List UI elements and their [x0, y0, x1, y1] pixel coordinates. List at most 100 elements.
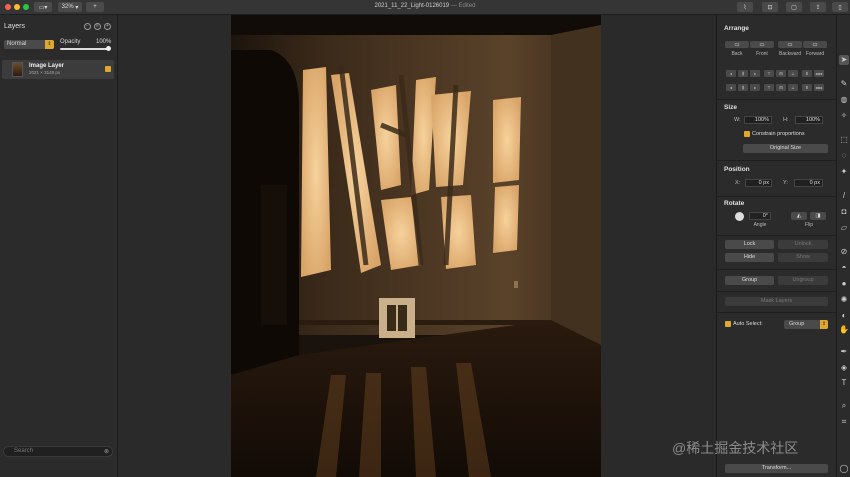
arrange-inspector: Arrange ▭ ▭ ▭ ▭ Back Front Backward Forw…	[716, 15, 837, 477]
front-label: Front	[756, 51, 768, 57]
align-middle-v-icon[interactable]: ⊟	[776, 70, 786, 77]
space-h-icon[interactable]: ⫴	[802, 84, 812, 91]
show-button[interactable]: Show	[778, 253, 828, 262]
shapes-icon[interactable]: ◈	[839, 363, 849, 373]
search-placeholder: Search	[14, 448, 34, 454]
width-label: W:	[734, 117, 741, 123]
arrow-select-icon[interactable]: ➤	[839, 55, 849, 65]
size-title: Size	[724, 104, 738, 111]
crop-tool-icon[interactable]: ⌗	[839, 417, 849, 427]
send-backward-button[interactable]: ▭	[778, 41, 802, 48]
divider	[717, 235, 837, 236]
bucket-icon[interactable]: ◘	[839, 207, 849, 217]
send-to-back-button[interactable]: ▭	[725, 41, 749, 48]
unlock-button[interactable]: Unlock	[778, 240, 828, 249]
constrain-checkbox[interactable]	[744, 131, 750, 137]
transform-button[interactable]: Transform...	[725, 464, 828, 473]
flip-horizontal-button[interactable]: ◭	[791, 212, 807, 220]
layers-backward-icon: ▭	[787, 42, 793, 48]
eraser-icon[interactable]: ▱	[839, 223, 849, 233]
document-name: 2021_11_22_Light-0126019	[374, 3, 450, 9]
backward-label: Backward	[779, 51, 801, 57]
align-right-icon[interactable]: ⫸	[750, 70, 760, 77]
retouch-icon[interactable]: ✎	[839, 79, 849, 89]
divider	[717, 196, 837, 197]
ungroup-button[interactable]: Ungroup	[778, 276, 828, 285]
align-bottom-icon[interactable]: ⊥	[788, 70, 798, 77]
layers-back-icon: ▭	[734, 42, 740, 48]
hide-button[interactable]: Hide	[725, 253, 774, 262]
inspector-toggle-button[interactable]: ▯	[832, 2, 848, 12]
gradient-icon[interactable]: ◓	[839, 263, 849, 273]
blend-mode-select[interactable]: Normal ⇕	[4, 40, 54, 49]
align-bottom-edge-icon[interactable]: ⊥	[788, 84, 798, 91]
width-field[interactable]: 100%	[744, 116, 772, 124]
brush-tool-button[interactable]: ⌇	[737, 2, 753, 12]
flip-vertical-button[interactable]: ◨	[810, 212, 826, 220]
rotate-title: Rotate	[724, 200, 745, 207]
height-field[interactable]: 100%	[795, 116, 823, 124]
copy-icon: ▢	[791, 4, 797, 11]
sidebar-right-icon: ▯	[838, 4, 842, 11]
zoom-tool-icon[interactable]: ⌕	[839, 401, 849, 411]
magic-wand-icon[interactable]: ✦	[839, 167, 849, 177]
align-top-edge-icon[interactable]: ⊤	[764, 84, 774, 91]
rect-select-icon[interactable]: ⬚	[839, 135, 849, 145]
crop-button[interactable]: ⊡	[762, 2, 778, 12]
bring-to-front-button[interactable]: ▭	[750, 41, 774, 48]
group-button[interactable]: Group	[725, 276, 774, 285]
clone-icon[interactable]: ⊘	[839, 247, 849, 257]
opacity-slider-knob[interactable]	[106, 46, 111, 51]
y-position-field[interactable]: 0 px	[794, 179, 823, 187]
align-vcenter-icon[interactable]: ⊟	[776, 84, 786, 91]
star-icon[interactable]: ✧	[839, 111, 849, 121]
pen-icon[interactable]: ✒	[839, 347, 849, 357]
text-icon[interactable]: T	[839, 378, 849, 388]
mask-layers-button[interactable]: Mask Layers	[725, 297, 828, 306]
drop-icon[interactable]: ◐	[839, 311, 849, 321]
divider	[717, 291, 837, 292]
angle-field[interactable]: 0°	[749, 212, 771, 220]
align-center-h-icon[interactable]: ⫼	[738, 70, 748, 77]
space-v-icon[interactable]: ⩶	[814, 84, 824, 91]
align-left-icon[interactable]: ⫷	[726, 70, 736, 77]
layer-row[interactable]: Image Layer 2021 × 3148 px	[2, 60, 114, 79]
repair-icon[interactable]: ◍	[839, 95, 849, 105]
align-hcenter-icon[interactable]: ⫼	[738, 84, 748, 91]
room-photo-illustration	[231, 15, 601, 477]
lock-button[interactable]: Lock	[725, 240, 774, 249]
smudge-icon[interactable]: ●	[839, 279, 849, 289]
divider	[717, 160, 837, 161]
layers-title: Layers	[4, 23, 26, 30]
plus-circle-icon[interactable]: +	[104, 23, 111, 30]
auto-select-checkbox[interactable]	[725, 321, 731, 327]
document-image[interactable]	[231, 15, 601, 477]
layer-selected-badge[interactable]	[105, 66, 111, 72]
clear-search-icon[interactable]: ⊗	[104, 448, 109, 455]
original-size-button[interactable]: Original Size	[743, 144, 828, 153]
pencil-icon[interactable]: /	[839, 191, 849, 201]
stack-icon[interactable]: ≡	[94, 23, 101, 30]
align-top-icon[interactable]: ⊤	[764, 70, 774, 77]
align-right-edge-icon[interactable]: ⫸	[750, 84, 760, 91]
canvas-area[interactable]	[118, 15, 716, 477]
sun-icon[interactable]: ✺	[839, 295, 849, 305]
distribute-h-icon[interactable]: ⫴	[802, 70, 812, 77]
x-position-field[interactable]: 0 px	[745, 179, 772, 187]
arrange-title: Arrange	[724, 25, 749, 32]
copy-button[interactable]: ▢	[786, 2, 802, 12]
minus-icon[interactable]: −	[84, 23, 91, 30]
lasso-icon[interactable]: ◌	[839, 151, 849, 161]
opacity-slider[interactable]	[60, 48, 110, 50]
search-input[interactable]: Search	[3, 446, 113, 457]
share-button[interactable]: ⇪	[810, 2, 826, 12]
distribute-v-icon[interactable]: ⩶	[814, 70, 824, 77]
auto-select-dropdown[interactable]: Group ⇕	[784, 320, 828, 329]
angle-dial[interactable]	[735, 212, 744, 221]
y-label: Y:	[783, 180, 788, 186]
watermark: @稀土掘金技术社区	[672, 440, 799, 456]
color-picker-icon[interactable]: ◯	[839, 464, 849, 474]
align-left-edge-icon[interactable]: ⫷	[726, 84, 736, 91]
bring-forward-button[interactable]: ▭	[803, 41, 827, 48]
hand-icon[interactable]: ✋	[839, 325, 849, 335]
